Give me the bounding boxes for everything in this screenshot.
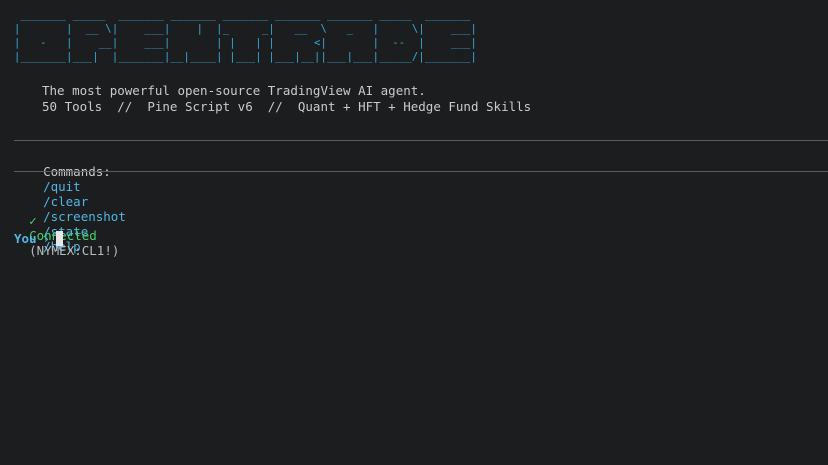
text-cursor[interactable] (56, 231, 64, 246)
divider-top (14, 140, 828, 141)
tagline-description: The most powerful open-source TradingVie… (42, 83, 426, 98)
input-prompt[interactable]: You › (14, 231, 64, 246)
tagline-features: 50 Tools // Pine Script v6 // Quant + HF… (42, 99, 532, 114)
openTrade-ascii-logo: _______ _____ _______ _______ _______ __… (14, 9, 478, 63)
divider-bottom (14, 171, 828, 172)
check-icon: ✓ (29, 213, 37, 228)
connection-status: ✓ Connected (NYMEX:CL1!) (14, 198, 119, 258)
command-quit[interactable]: /quit (43, 179, 81, 194)
prompt-label: You (14, 231, 37, 246)
chevron-right-icon: › (42, 231, 51, 246)
